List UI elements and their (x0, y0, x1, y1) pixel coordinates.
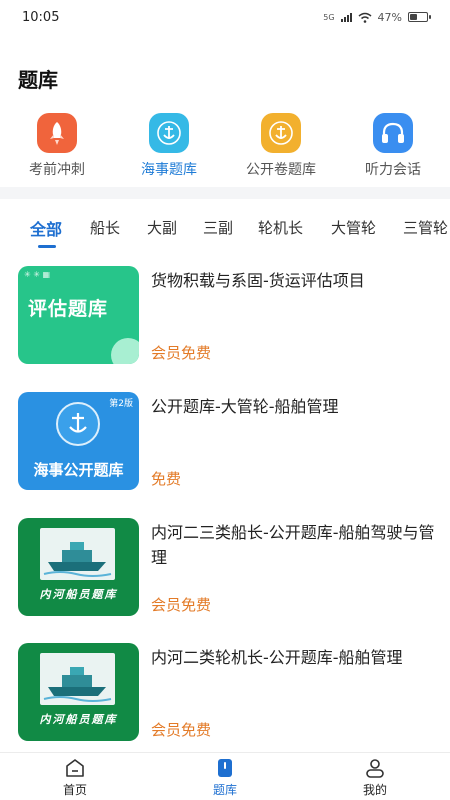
item-title: 公开题库-大管轮-船舶管理 (151, 397, 339, 416)
item-thumbnail: 内河船员题库 (18, 643, 139, 741)
section-divider (0, 187, 450, 199)
active-tab-indicator (38, 245, 56, 248)
tab-third-engineer[interactable]: 三管轮 (403, 217, 448, 238)
category-maritime-bank[interactable]: 海事题库 (114, 113, 224, 179)
home-icon (66, 759, 84, 777)
item-title: 内河二类轮机长-公开题库-船舶管理 (151, 648, 403, 667)
network-type: 5G (323, 12, 335, 22)
page-title: 题库 (18, 68, 58, 92)
tab-all[interactable]: 全部 (30, 216, 62, 240)
thumbnail-decoration (111, 338, 139, 364)
nav-label: 首页 (62, 783, 87, 797)
item-price: 会员免费 (151, 596, 212, 614)
headphones-icon (373, 113, 413, 153)
category-label: 公开卷题库 (246, 162, 316, 178)
status-bar: 10:05 5G 47% (0, 0, 450, 34)
item-price: 免费 (151, 470, 182, 488)
item-thumbnail: ✳ ✳ ▦ 评估题库 (18, 266, 139, 364)
question-bank-icon (218, 759, 232, 777)
category-listening[interactable]: 听力会话 (338, 113, 448, 179)
thumbnail-caption: 内河船员题库 (39, 588, 118, 601)
nav-home[interactable]: 首页 (35, 757, 115, 798)
bottom-navigation: 首页 题库 我的 (0, 752, 450, 800)
nav-label: 题库 (212, 783, 237, 797)
category-label: 海事题库 (141, 162, 197, 178)
battery-percent: 47% (377, 10, 402, 24)
tab-captain[interactable]: 船长 (90, 217, 120, 238)
category-exam-sprint[interactable]: 考前冲刺 (2, 113, 112, 179)
thumbnail-decoration: ✳ ✳ ▦ (24, 270, 51, 279)
list-item[interactable]: 内河船员题库 内河二三类船长-公开题库-船舶驾驶与管理 会员免费 (0, 518, 450, 618)
battery-icon (408, 12, 431, 22)
ship-icon (40, 653, 115, 705)
category-shortcuts: 考前冲刺 海事题库 公开卷题库 听力会话 (0, 113, 450, 183)
list-item[interactable]: ✳ ✳ ▦ 评估题库 货物积载与系固-货运评估项目 会员免费 (0, 266, 450, 366)
filter-tabs: 全部 船长 大副 三副 轮机长 大管轮 三管轮 (0, 205, 450, 251)
maritime-emblem-icon (56, 402, 100, 446)
edition-badge: 第2版 (109, 399, 133, 409)
item-thumbnail: 第2版 海事公开题库 (18, 392, 139, 490)
signal-icon (340, 12, 352, 22)
thumbnail-caption: 内河船员题库 (39, 713, 118, 726)
status-indicators: 5G 47% (323, 10, 431, 24)
tab-chief-engineer[interactable]: 轮机长 (258, 217, 303, 238)
item-title: 货物积载与系固-货运评估项目 (151, 271, 365, 290)
ship-icon (40, 528, 115, 580)
status-time: 10:05 (22, 9, 60, 25)
item-title: 内河二三类船长-公开题库-船舶驾驶与管理 (151, 523, 435, 567)
tab-second-engineer[interactable]: 大管轮 (331, 217, 376, 238)
battery-fill (410, 14, 418, 20)
list-item[interactable]: 第2版 海事公开题库 公开题库-大管轮-船舶管理 免费 (0, 392, 450, 492)
profile-icon (366, 759, 384, 778)
nav-profile[interactable]: 我的 (335, 757, 415, 798)
maritime-emblem-icon (149, 113, 189, 153)
list-item[interactable]: 内河船员题库 内河二类轮机长-公开题库-船舶管理 会员免费 (0, 643, 450, 743)
item-price: 会员免费 (151, 344, 212, 362)
category-label: 听力会话 (365, 162, 421, 178)
nav-label: 我的 (362, 783, 387, 797)
tab-chief-officer[interactable]: 大副 (147, 217, 177, 238)
item-thumbnail: 内河船员题库 (18, 518, 139, 616)
maritime-emblem-icon (261, 113, 301, 153)
thumbnail-caption: 评估题库 (28, 298, 109, 320)
category-label: 考前冲刺 (29, 162, 85, 178)
nav-question-bank[interactable]: 题库 (185, 757, 265, 798)
thumbnail-caption: 海事公开题库 (33, 461, 124, 479)
category-open-book-bank[interactable]: 公开卷题库 (226, 113, 336, 179)
tab-third-officer[interactable]: 三副 (203, 217, 233, 238)
rocket-icon (37, 113, 77, 153)
wifi-icon (358, 12, 372, 23)
item-price: 会员免费 (151, 721, 212, 739)
